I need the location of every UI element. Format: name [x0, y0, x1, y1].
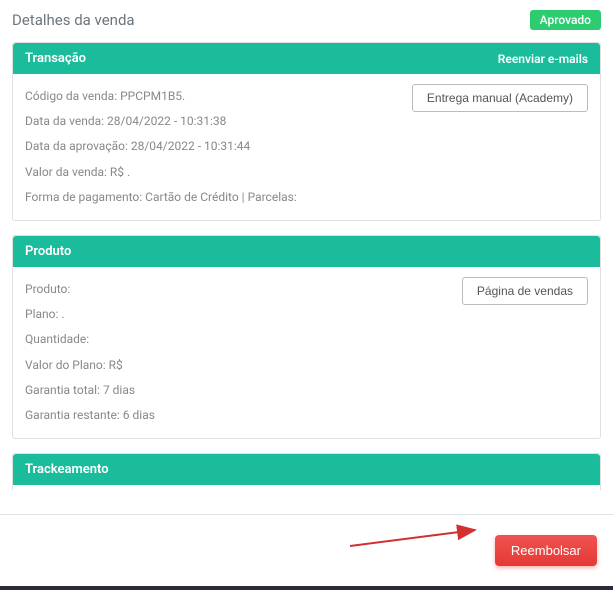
- plan-name: Plano: .: [25, 302, 588, 327]
- quantity: Quantidade:: [25, 327, 588, 352]
- transaction-header: Transação Reenviar e-mails: [13, 43, 600, 74]
- transaction-card: Transação Reenviar e-mails Entrega manua…: [12, 42, 601, 221]
- status-badge: Aprovado: [530, 10, 601, 30]
- page-title: Detalhes da venda: [12, 11, 135, 29]
- transaction-header-label: Transação: [25, 51, 86, 66]
- transaction-body: Entrega manual (Academy) Código da venda…: [13, 74, 600, 220]
- sale-value: Valor da venda: R$ .: [25, 160, 588, 185]
- approval-date: Data da aprovação: 28/04/2022 - 10:31:44: [25, 134, 588, 159]
- tracking-header-label: Trackeamento: [25, 462, 109, 477]
- plan-value: Valor do Plano: R$: [25, 353, 588, 378]
- page-content: Detalhes da venda Aprovado Transação Ree…: [0, 0, 613, 490]
- product-header: Produto: [13, 236, 600, 267]
- tracking-body: src: utm_source: utm_medium:: [13, 485, 600, 490]
- manual-delivery-button[interactable]: Entrega manual (Academy): [412, 84, 588, 112]
- refund-button[interactable]: Reembolsar: [495, 535, 597, 566]
- product-body: Página de vendas Produto: Plano: . Quant…: [13, 267, 600, 438]
- payment-method: Forma de pagamento: Cartão de Crédito | …: [25, 185, 588, 210]
- remaining-warranty: Garantia restante: 6 dias: [25, 403, 588, 428]
- sale-date: Data da venda: 28/04/2022 - 10:31:38: [25, 109, 588, 134]
- tracking-card: Trackeamento src: utm_source: utm_medium…: [12, 453, 601, 490]
- header-row: Detalhes da venda Aprovado: [12, 10, 601, 30]
- product-header-label: Produto: [25, 244, 71, 259]
- tracking-header: Trackeamento: [13, 454, 600, 485]
- bottom-border: [0, 586, 613, 590]
- resend-emails-link[interactable]: Reenviar e-mails: [498, 52, 588, 66]
- sales-page-button[interactable]: Página de vendas: [462, 277, 588, 305]
- total-warranty: Garantia total: 7 dias: [25, 378, 588, 403]
- product-card: Produto Página de vendas Produto: Plano:…: [12, 235, 601, 439]
- footer: Reembolsar: [0, 514, 613, 590]
